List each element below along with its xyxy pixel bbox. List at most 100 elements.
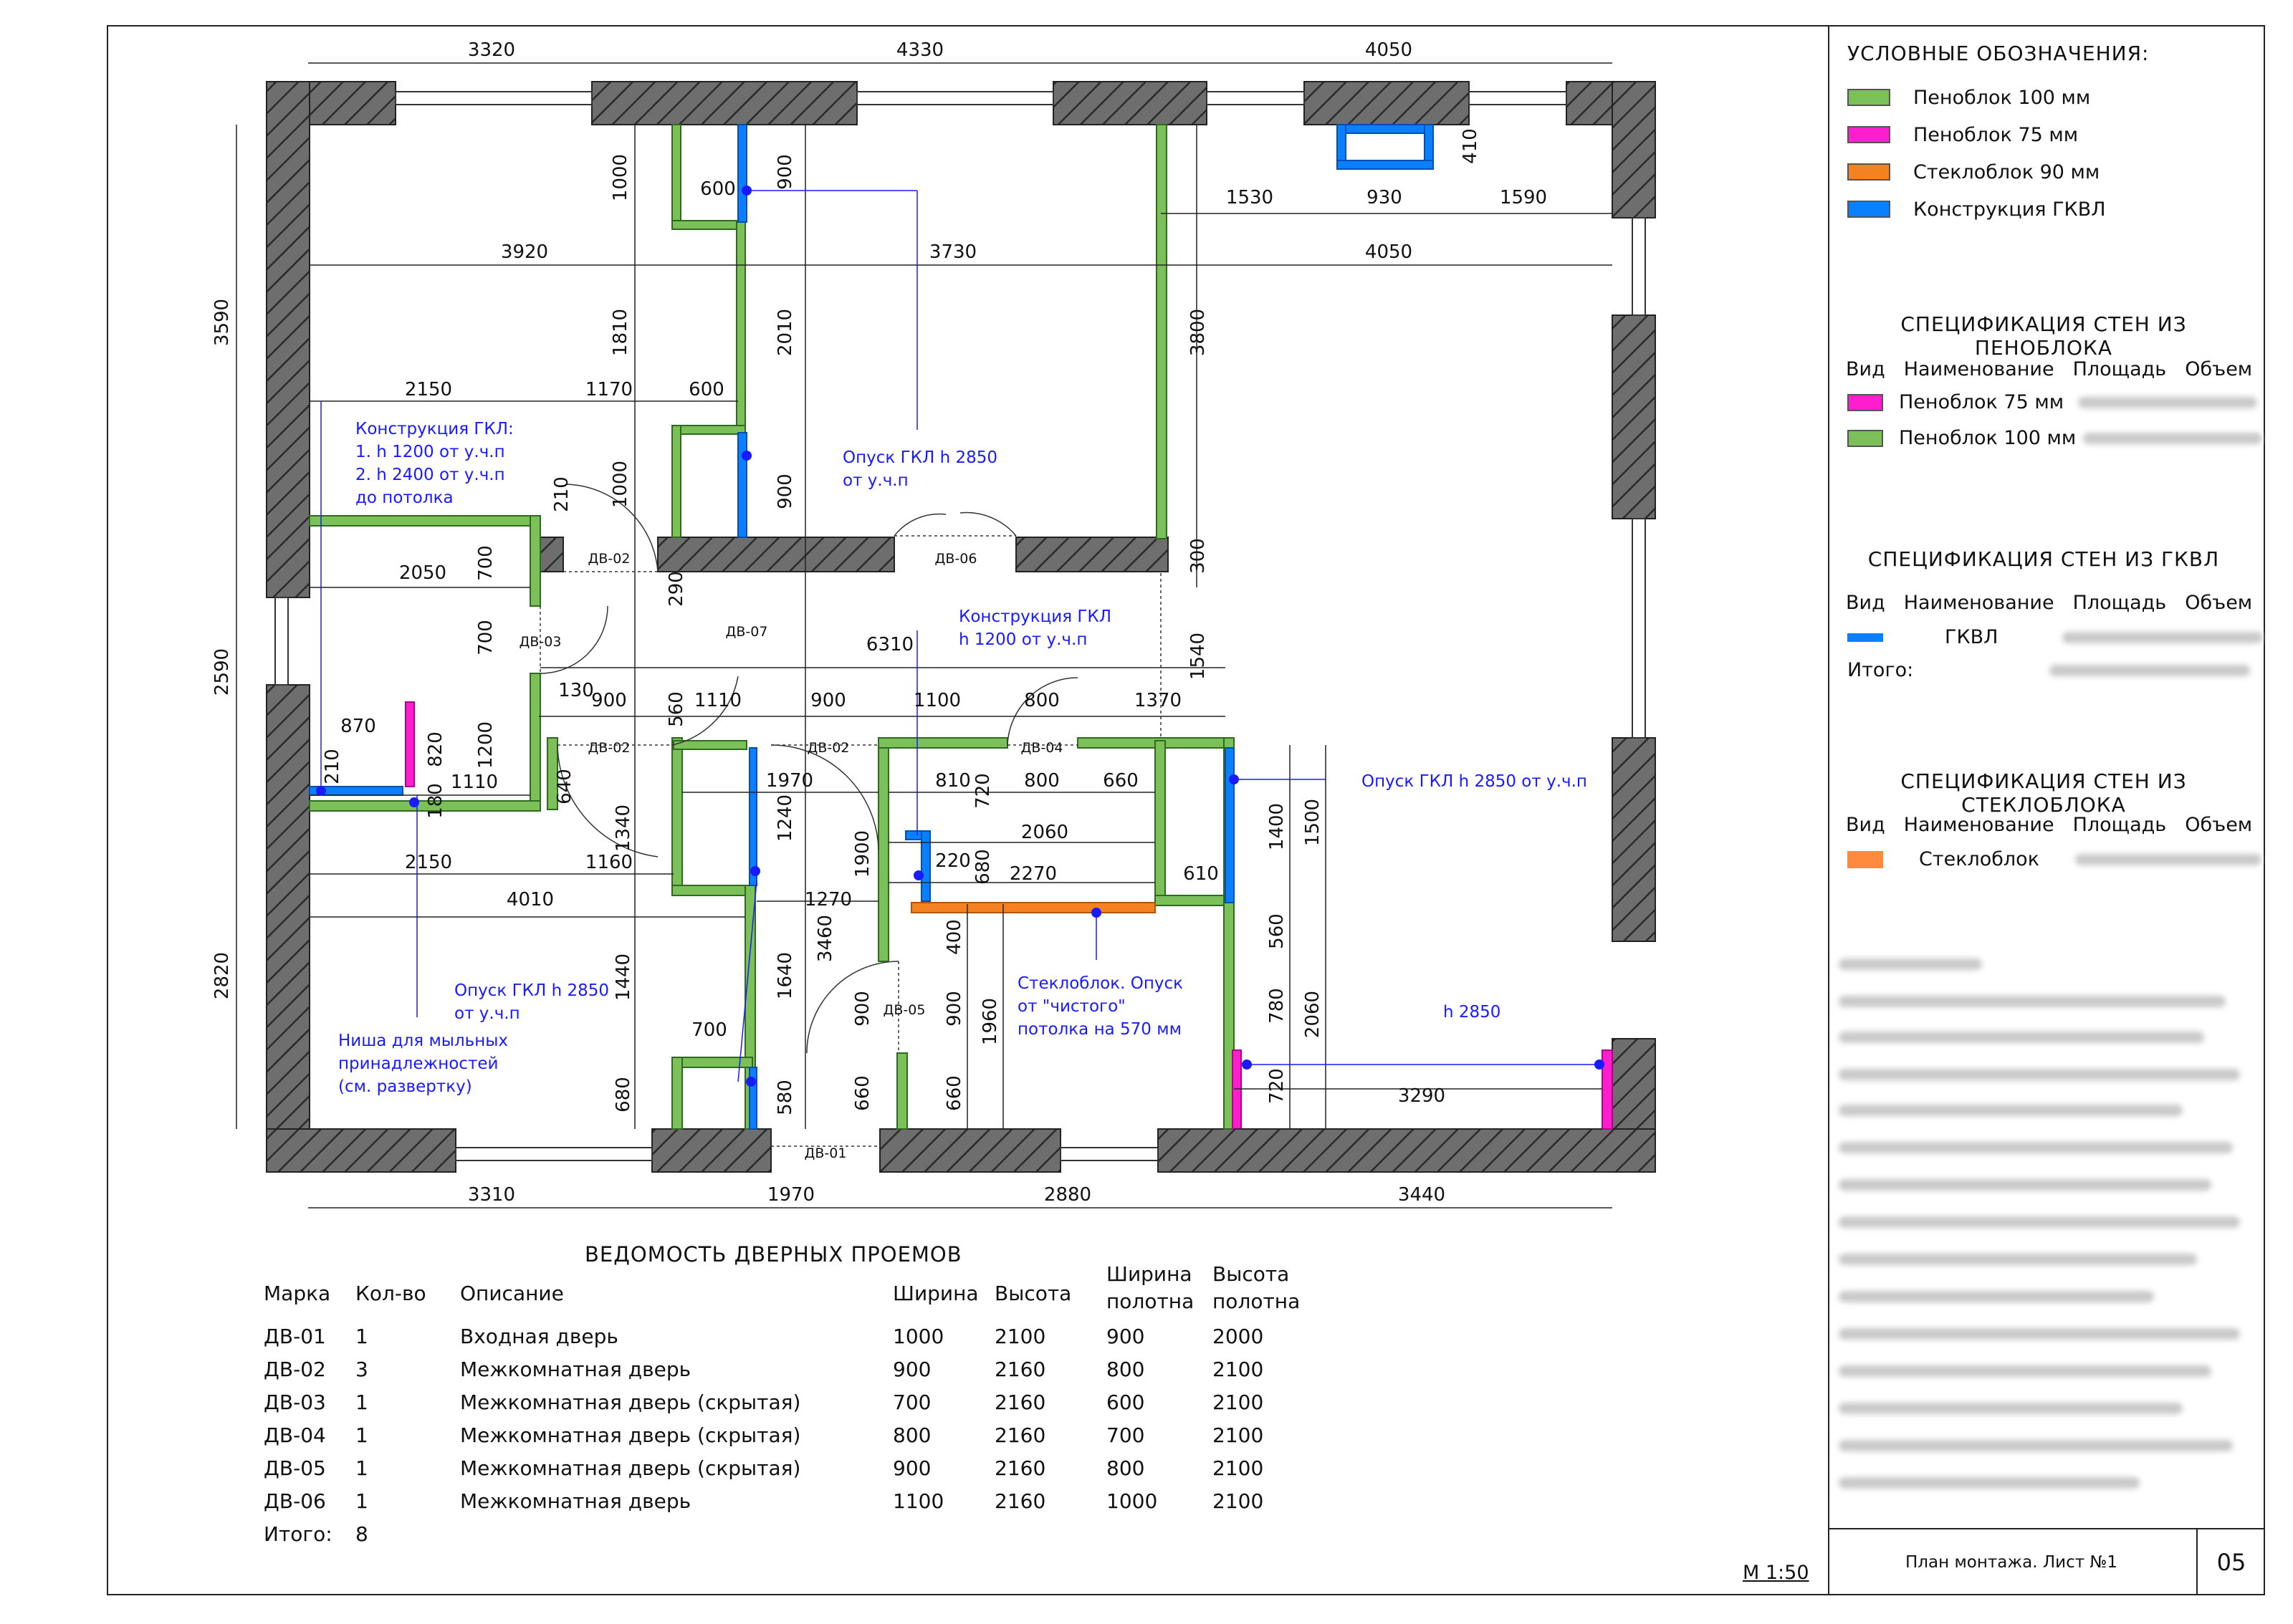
dim: 1200	[475, 721, 497, 769]
dim: 410	[1460, 128, 1481, 164]
door-cell: 2160	[995, 1489, 1046, 1513]
dim-left-1: 3590	[211, 299, 233, 346]
door-cell: 900	[893, 1456, 932, 1480]
door-label: ДВ-02	[808, 740, 850, 756]
legend-item: Стеклоблок 90 мм	[1847, 158, 2100, 186]
legend-swatch-blue	[1847, 201, 1890, 218]
legend-label: Пеноблок 75 мм	[1913, 123, 2079, 146]
dim-bottom-2: 1970	[767, 1184, 815, 1206]
dim: 1240	[775, 794, 796, 842]
dim: 2150	[405, 852, 452, 873]
legend-item: Конструкция ГКВЛ	[1847, 195, 2106, 224]
dim: 680	[613, 1077, 634, 1113]
dim: 3730	[929, 241, 977, 263]
dim: 780	[1266, 988, 1288, 1024]
dim: 700	[475, 545, 497, 581]
dim: 610	[1183, 863, 1219, 885]
door-cell: 2100	[1212, 1456, 1264, 1480]
door-label: ДВ-04	[1021, 740, 1063, 756]
dim: 2270	[1010, 863, 1057, 885]
door-cell: 600	[1106, 1390, 1145, 1414]
spec-glass-row: Стеклоблок	[1847, 848, 2262, 870]
legend-swatch-magenta	[1847, 126, 1890, 143]
dim: 640	[554, 769, 575, 804]
door-row: ДВ-01 1 Входная дверь 1000 2100 900 2000	[264, 1315, 1318, 1348]
door-cell: ДВ-01	[264, 1325, 326, 1348]
dim: 210	[551, 476, 573, 512]
door-label: ДВ-01	[805, 1145, 847, 1161]
header-description: Описание	[460, 1282, 564, 1305]
note-gkl-construction-1: Конструкция ГКЛ:	[355, 420, 514, 438]
dim: 660	[944, 1075, 965, 1111]
note-glass-3: потолка на 570 мм	[1018, 1020, 1182, 1039]
door-row: ДВ-03 1 Межкомнатная дверь (скрытая) 700 216…	[264, 1381, 1318, 1414]
dim: 1170	[585, 379, 633, 400]
dim: 600	[689, 379, 724, 400]
dim: 600	[700, 178, 736, 200]
doors-table: Марка Кол-во Описание Ширина Высота Шири…	[264, 1246, 1318, 1546]
spec-foam-row: Пеноблок 75 мм	[1847, 391, 2258, 413]
door-cell: Межкомнатная дверь (скрытая)	[460, 1390, 801, 1414]
legend-swatch-orange	[1847, 163, 1890, 181]
dim: 1110	[451, 772, 498, 793]
door-label: ДВ-05	[884, 1002, 926, 1018]
note-h2850: h 2850	[1443, 1003, 1500, 1022]
scale-label: М 1:50	[1743, 1562, 1809, 1584]
door-cell: ДВ-04	[264, 1423, 326, 1447]
note-gkl-lower-c-2: от у.ч.п	[454, 1004, 520, 1023]
legend-item: Пеноблок 100 мм	[1847, 83, 2090, 112]
dim: 900	[775, 154, 796, 190]
door-cell: Межкомнатная дверь (скрытая)	[460, 1423, 801, 1447]
dimensions: 3320 4330 4050 3310 1970 2880 3440 3590 …	[211, 39, 1547, 1206]
dim: 1110	[694, 690, 742, 711]
door-cell: ДВ-06	[264, 1489, 326, 1513]
dim: 900	[810, 690, 846, 711]
door-cell: ДВ-05	[264, 1456, 326, 1480]
sheet-number: 05	[2216, 1549, 2246, 1576]
door-row: ДВ-05 1 Межкомнатная дверь (скрытая) 900 216…	[264, 1447, 1318, 1480]
dim: 810	[935, 770, 971, 792]
blurred-notes	[1839, 953, 2247, 1512]
dim: 130	[558, 680, 594, 701]
dim: 700	[691, 1019, 727, 1041]
door-cell: 2160	[995, 1456, 1046, 1480]
total-value: 8	[355, 1522, 368, 1546]
note-gkl-1200-1: Конструкция ГКЛ	[959, 607, 1111, 626]
dim: 900	[944, 991, 965, 1027]
dim: 1500	[1302, 799, 1323, 846]
dim: 720	[972, 773, 994, 809]
dim: 1590	[1500, 187, 1547, 208]
legend-title: УСЛОВНЫЕ ОБОЗНАЧЕНИЯ:	[1847, 42, 2150, 65]
door-cell: 1000	[893, 1325, 944, 1348]
door-row: ДВ-04 1 Межкомнатная дверь (скрытая) 800 216…	[264, 1414, 1318, 1447]
door-row: ДВ-06 1 Межкомнатная дверь 1100 2160 1000 2100	[264, 1480, 1318, 1513]
header-leaf-width: Ширина полотна	[1106, 1262, 1195, 1313]
dim: 2010	[775, 309, 796, 356]
door-label: ДВ-03	[520, 634, 562, 650]
legend-label: Конструкция ГКВЛ	[1913, 198, 2106, 221]
dim: 1370	[1134, 690, 1182, 711]
dim-bottom-4: 3440	[1398, 1184, 1445, 1206]
dim: 2050	[399, 562, 446, 584]
total-label: Итого:	[264, 1522, 332, 1546]
door-cell: Межкомнатная дверь	[460, 1489, 691, 1513]
door-cell: 800	[893, 1423, 932, 1447]
sheet-title: План монтажа. Лист №1	[1905, 1553, 2117, 1572]
dim: 4010	[507, 889, 554, 911]
spec-foam-headers: Вид Наименование Площадь Объем	[1846, 358, 2253, 380]
door-cell: 1100	[893, 1489, 944, 1513]
door-cell: 2160	[995, 1390, 1046, 1414]
dim-top-1: 3320	[468, 39, 515, 61]
door-cell: 2100	[1212, 1358, 1264, 1381]
note-gkl-lower-c-1: Опуск ГКЛ h 2850	[454, 981, 609, 1000]
dim: 720	[1266, 1068, 1288, 1104]
dim: 900	[852, 991, 873, 1027]
door-cell: 1	[355, 1456, 368, 1480]
note-gkl-lower-b: Опуск ГКЛ h 2850 от у.ч.п	[1361, 772, 1587, 791]
dim: 220	[935, 850, 971, 872]
dim-bottom-1: 3310	[468, 1184, 515, 1206]
door-cell: 2100	[1212, 1390, 1264, 1414]
dim: 3290	[1398, 1085, 1445, 1107]
note-gkl-1200-2: h 1200 от у.ч.п	[959, 630, 1087, 649]
dim: 1530	[1226, 187, 1273, 208]
